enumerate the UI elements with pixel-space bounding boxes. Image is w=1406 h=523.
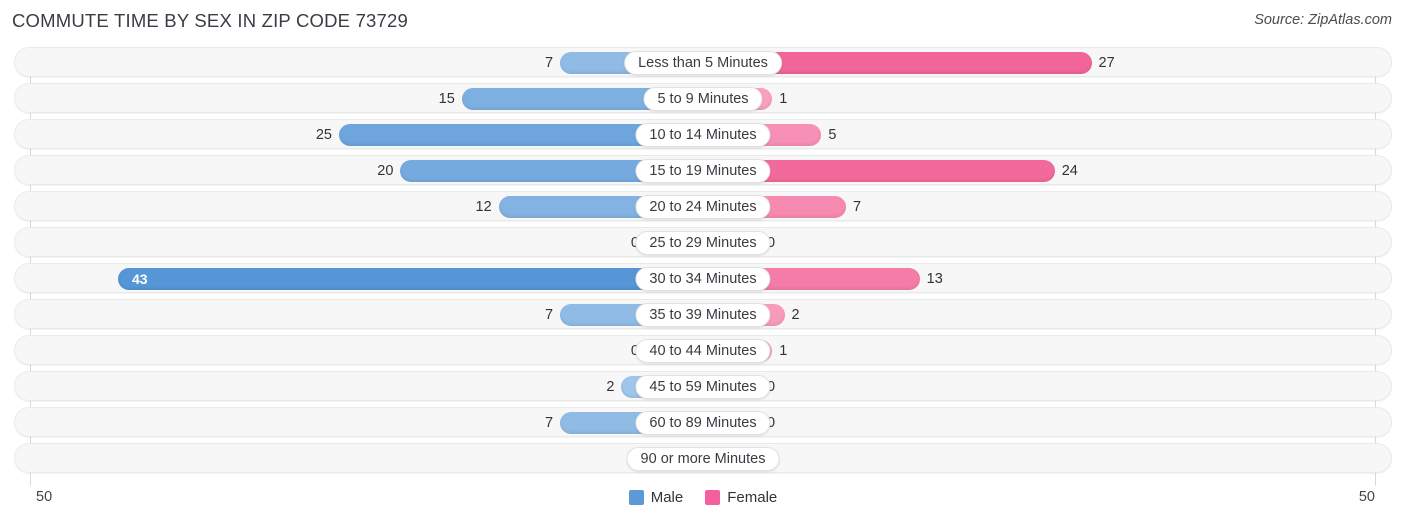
row-track: 15 1 5 to 9 Minutes bbox=[15, 84, 1391, 112]
legend-swatch-icon bbox=[628, 489, 644, 505]
row-track: 7 0 60 to 89 Minutes bbox=[15, 408, 1391, 436]
page-title: COMMUTE TIME BY SEX IN ZIP CODE 73729 bbox=[12, 10, 409, 31]
male-bar bbox=[117, 268, 703, 290]
category-label: Less than 5 Minutes bbox=[624, 51, 782, 75]
male-value-label: 20 bbox=[377, 163, 394, 179]
female-value-label: 1 bbox=[779, 343, 788, 359]
chart-row: 43 13 30 to 34 Minutes bbox=[14, 263, 1392, 293]
category-label: 10 to 14 Minutes bbox=[635, 123, 771, 147]
row-track: 20 24 15 to 19 Minutes bbox=[15, 156, 1391, 184]
legend-item[interactable]: Female bbox=[705, 489, 777, 506]
row-track: 0090 or more Minutes bbox=[15, 444, 1391, 472]
category-label: 5 to 9 Minutes bbox=[643, 87, 763, 111]
male-value-label: 7 bbox=[544, 55, 554, 71]
chart-row: 7 27 Less than 5 Minutes bbox=[14, 47, 1392, 77]
male-value-label: 7 bbox=[544, 415, 554, 431]
female-value-label: 5 bbox=[828, 127, 837, 143]
category-label: 60 to 89 Minutes bbox=[635, 411, 771, 435]
female-value-label: 1 bbox=[779, 91, 788, 107]
legend-label: Male bbox=[650, 488, 684, 506]
legend-item[interactable]: Male bbox=[628, 488, 684, 506]
female-value-label: 13 bbox=[926, 271, 943, 287]
chart-row: 20 24 15 to 19 Minutes bbox=[14, 155, 1392, 185]
chart-row: 0140 to 44 Minutes bbox=[14, 335, 1392, 365]
chart-row: 7 2 35 to 39 Minutes bbox=[14, 299, 1392, 329]
chart-legend: Male Female bbox=[0, 484, 1406, 510]
row-track: 2 0 45 to 59 Minutes bbox=[15, 372, 1391, 400]
plot-area: 7 27 Less than 5 Minutes 15 1 5 to 9 Minutes 2… bbox=[0, 47, 1406, 486]
row-track: 7 2 35 to 39 Minutes bbox=[15, 300, 1391, 328]
male-value-label: 7 bbox=[544, 307, 554, 323]
male-value-label: 2 bbox=[606, 379, 615, 395]
category-label: 15 to 19 Minutes bbox=[635, 159, 771, 183]
legend-swatch-icon bbox=[705, 489, 721, 505]
male-value-label: 12 bbox=[475, 199, 492, 215]
female-value-label: 27 bbox=[1098, 55, 1115, 71]
category-label: 90 or more Minutes bbox=[626, 447, 780, 471]
chart-row: 0025 to 29 Minutes bbox=[14, 227, 1392, 257]
row-track: 7 27 Less than 5 Minutes bbox=[15, 48, 1391, 76]
female-value-label: 7 bbox=[852, 199, 862, 215]
chart-footer: 50 50 Male Female bbox=[0, 484, 1406, 514]
female-value-label: 24 bbox=[1061, 163, 1078, 179]
male-value-label: 15 bbox=[438, 91, 455, 107]
row-track: 25 5 10 to 14 Minutes bbox=[15, 120, 1391, 148]
chart-row: 2 0 45 to 59 Minutes bbox=[14, 371, 1392, 401]
category-label: 30 to 34 Minutes bbox=[635, 267, 771, 291]
row-track: 0140 to 44 Minutes bbox=[15, 336, 1391, 364]
category-label: 40 to 44 Minutes bbox=[635, 339, 771, 363]
category-label: 35 to 39 Minutes bbox=[635, 303, 771, 327]
commute-time-chart: COMMUTE TIME BY SEX IN ZIP CODE 73729 So… bbox=[0, 0, 1406, 523]
legend-label: Female bbox=[727, 488, 778, 506]
male-value-label: 43 bbox=[131, 271, 148, 287]
row-track: 43 13 30 to 34 Minutes bbox=[15, 264, 1391, 292]
chart-row: 7 0 60 to 89 Minutes bbox=[14, 407, 1392, 437]
chart-row: 0090 or more Minutes bbox=[14, 443, 1392, 473]
category-label: 20 to 24 Minutes bbox=[635, 195, 771, 219]
category-label: 45 to 59 Minutes bbox=[635, 375, 771, 399]
row-track: 0025 to 29 Minutes bbox=[15, 228, 1391, 256]
chart-row: 15 1 5 to 9 Minutes bbox=[14, 83, 1392, 113]
row-track: 12 7 20 to 24 Minutes bbox=[15, 192, 1391, 220]
male-value-label: 25 bbox=[315, 127, 332, 143]
chart-row: 12 7 20 to 24 Minutes bbox=[14, 191, 1392, 221]
female-value-label: 2 bbox=[791, 307, 800, 323]
chart-row: 25 5 10 to 14 Minutes bbox=[14, 119, 1392, 149]
source-attribution: Source: ZipAtlas.com bbox=[1254, 12, 1392, 28]
category-label: 25 to 29 Minutes bbox=[635, 231, 771, 255]
